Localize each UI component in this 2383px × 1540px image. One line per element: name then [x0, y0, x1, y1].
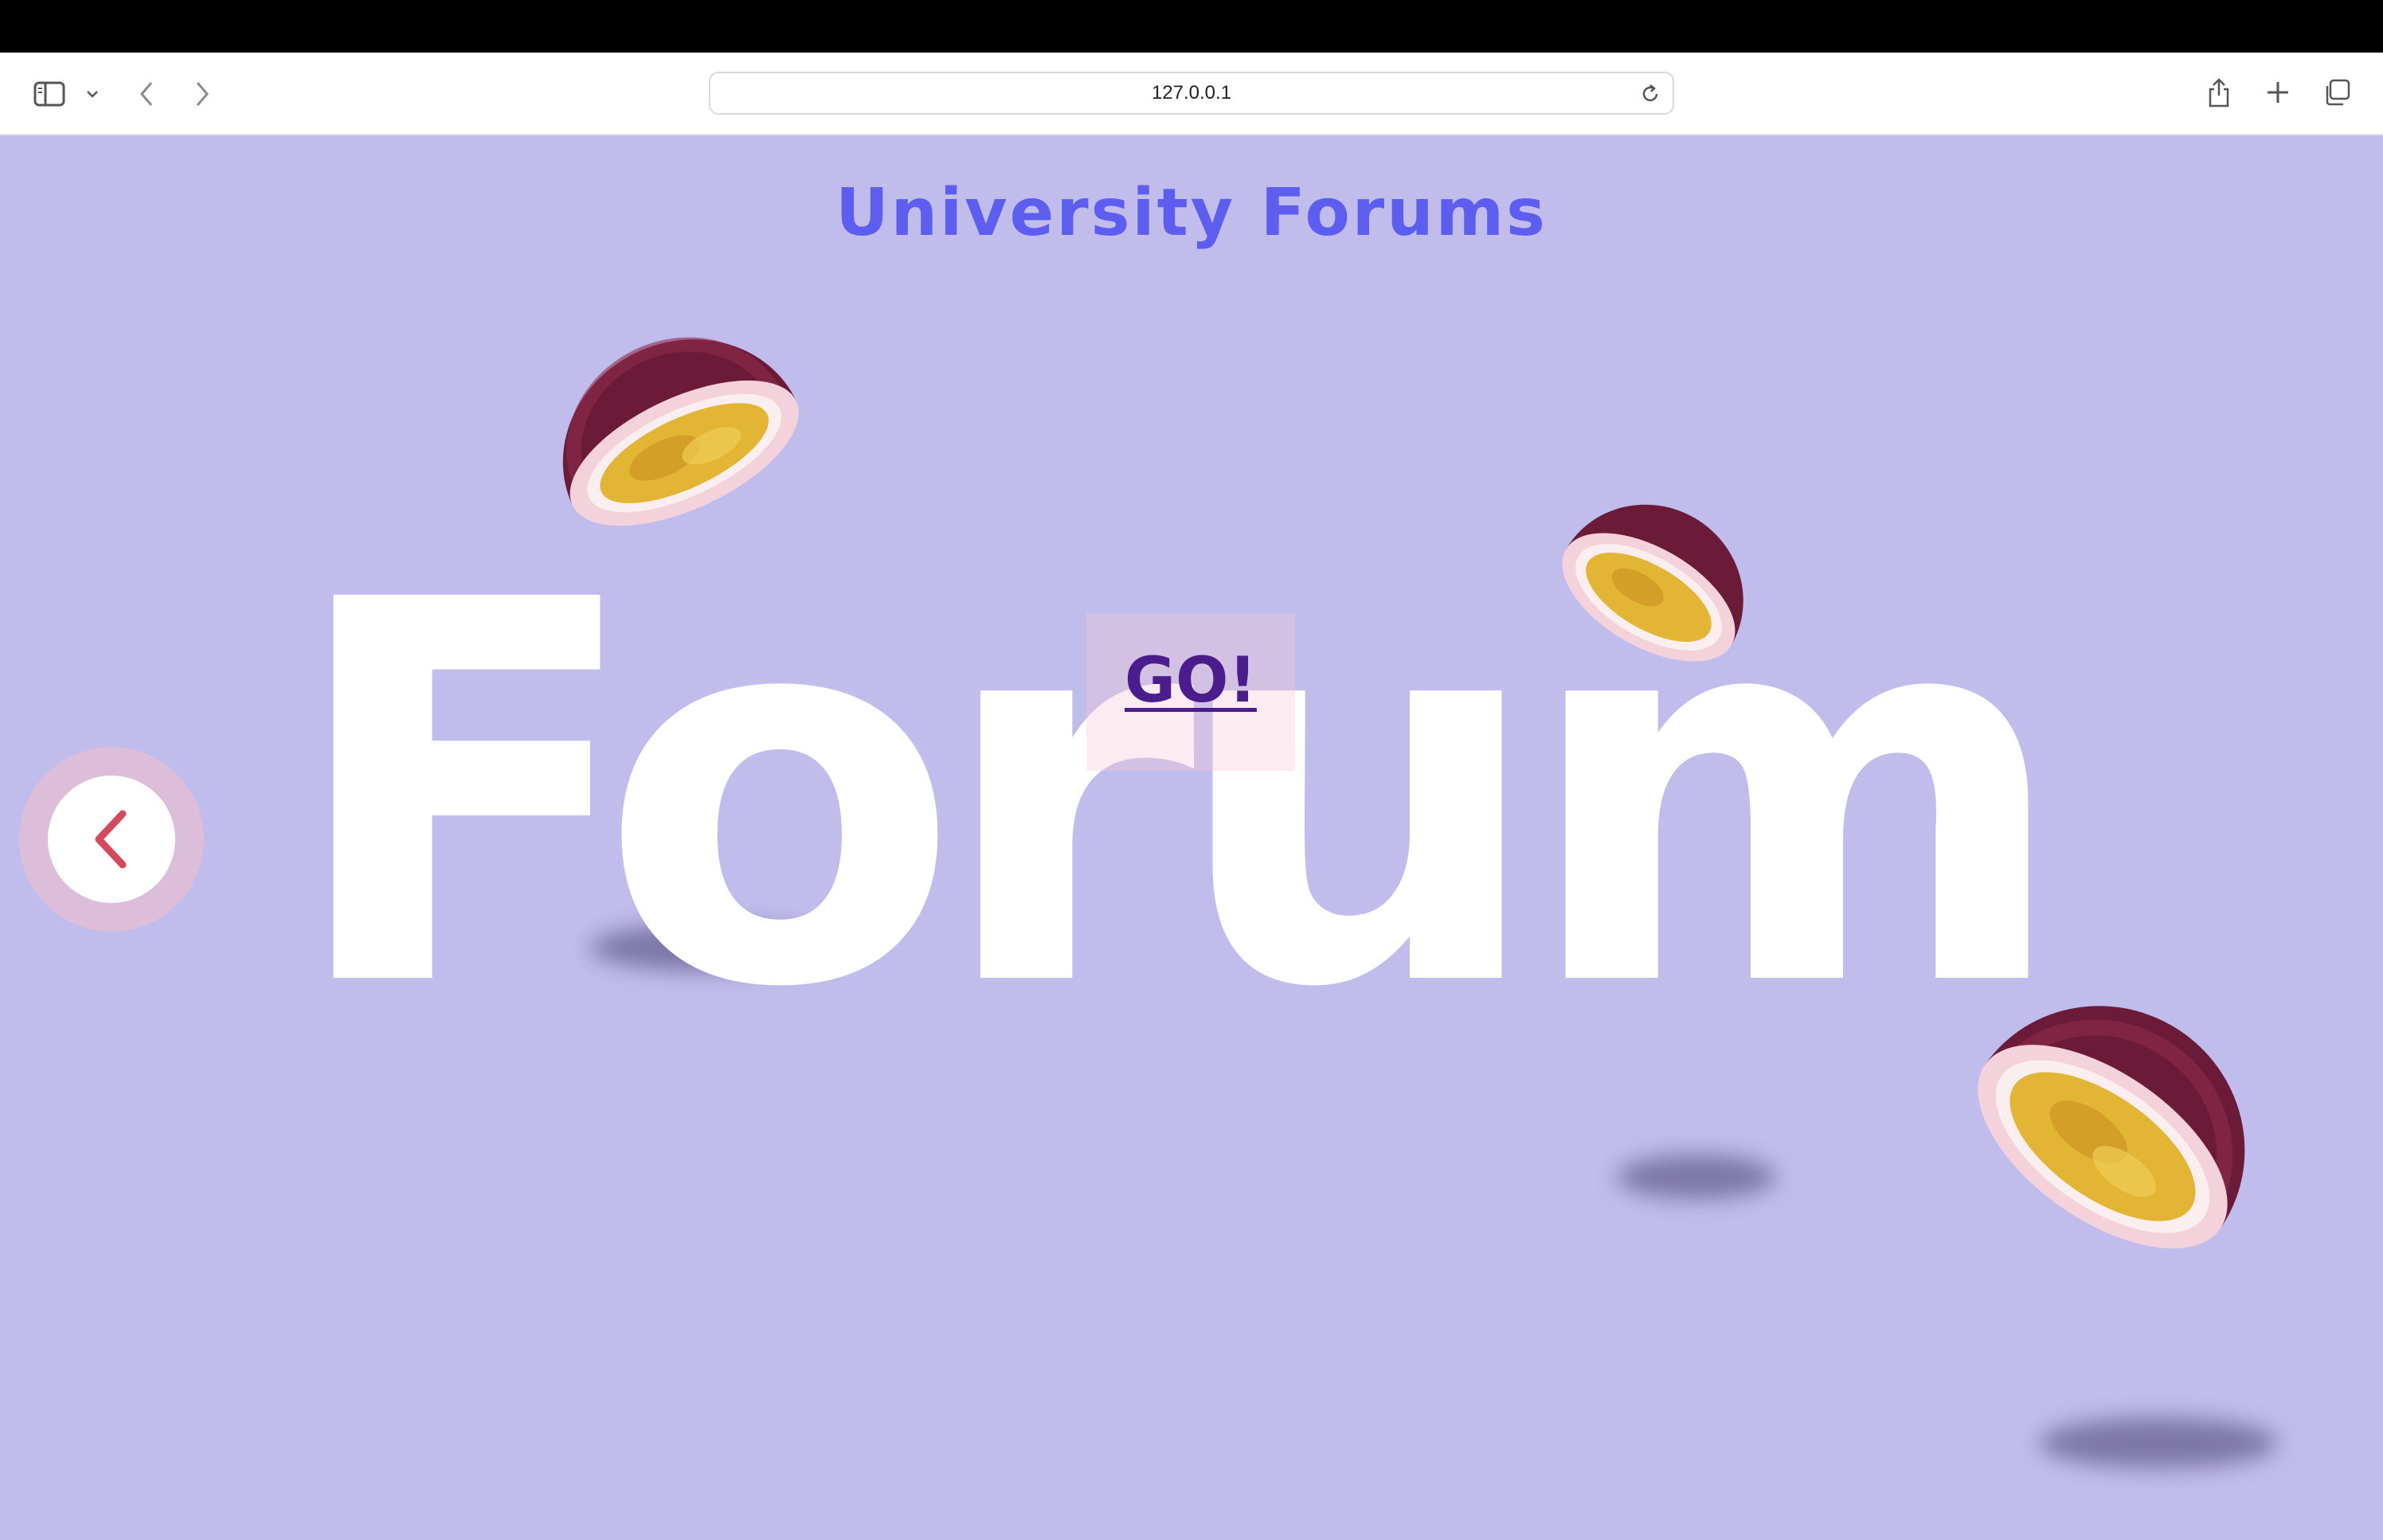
sidebar-icon[interactable] — [30, 76, 68, 111]
passion-fruit-image — [1562, 504, 1743, 662]
chevron-down-icon[interactable] — [83, 84, 102, 104]
address-url[interactable]: 127.0.0.1 — [710, 73, 1673, 113]
share-icon[interactable] — [2203, 73, 2235, 111]
passion-fruit-image — [1978, 1006, 2245, 1249]
plus-icon[interactable] — [2262, 76, 2294, 108]
reload-icon[interactable] — [1639, 83, 1661, 108]
chevron-left-icon — [95, 810, 127, 869]
forward-arrow-icon[interactable] — [188, 76, 217, 111]
fruit-shadow — [1617, 1155, 1776, 1199]
passion-fruit-image — [562, 337, 799, 526]
go-link[interactable]: GO! — [1086, 645, 1295, 717]
page-content: University Forums Forum GO! — [0, 135, 2383, 1540]
browser-toolbar: 127.0.0.1 — [0, 53, 2383, 135]
back-button[interactable] — [48, 776, 175, 903]
address-bar[interactable]: 127.0.0.1 — [709, 72, 1674, 115]
back-arrow-icon[interactable] — [132, 76, 161, 111]
fruit-shadow — [2039, 1417, 2278, 1468]
system-menu-bar — [0, 0, 2383, 53]
tabs-overview-icon[interactable] — [2321, 76, 2353, 108]
site-title: University Forums — [835, 175, 1548, 251]
hero-word: Forum — [285, 490, 2070, 1102]
